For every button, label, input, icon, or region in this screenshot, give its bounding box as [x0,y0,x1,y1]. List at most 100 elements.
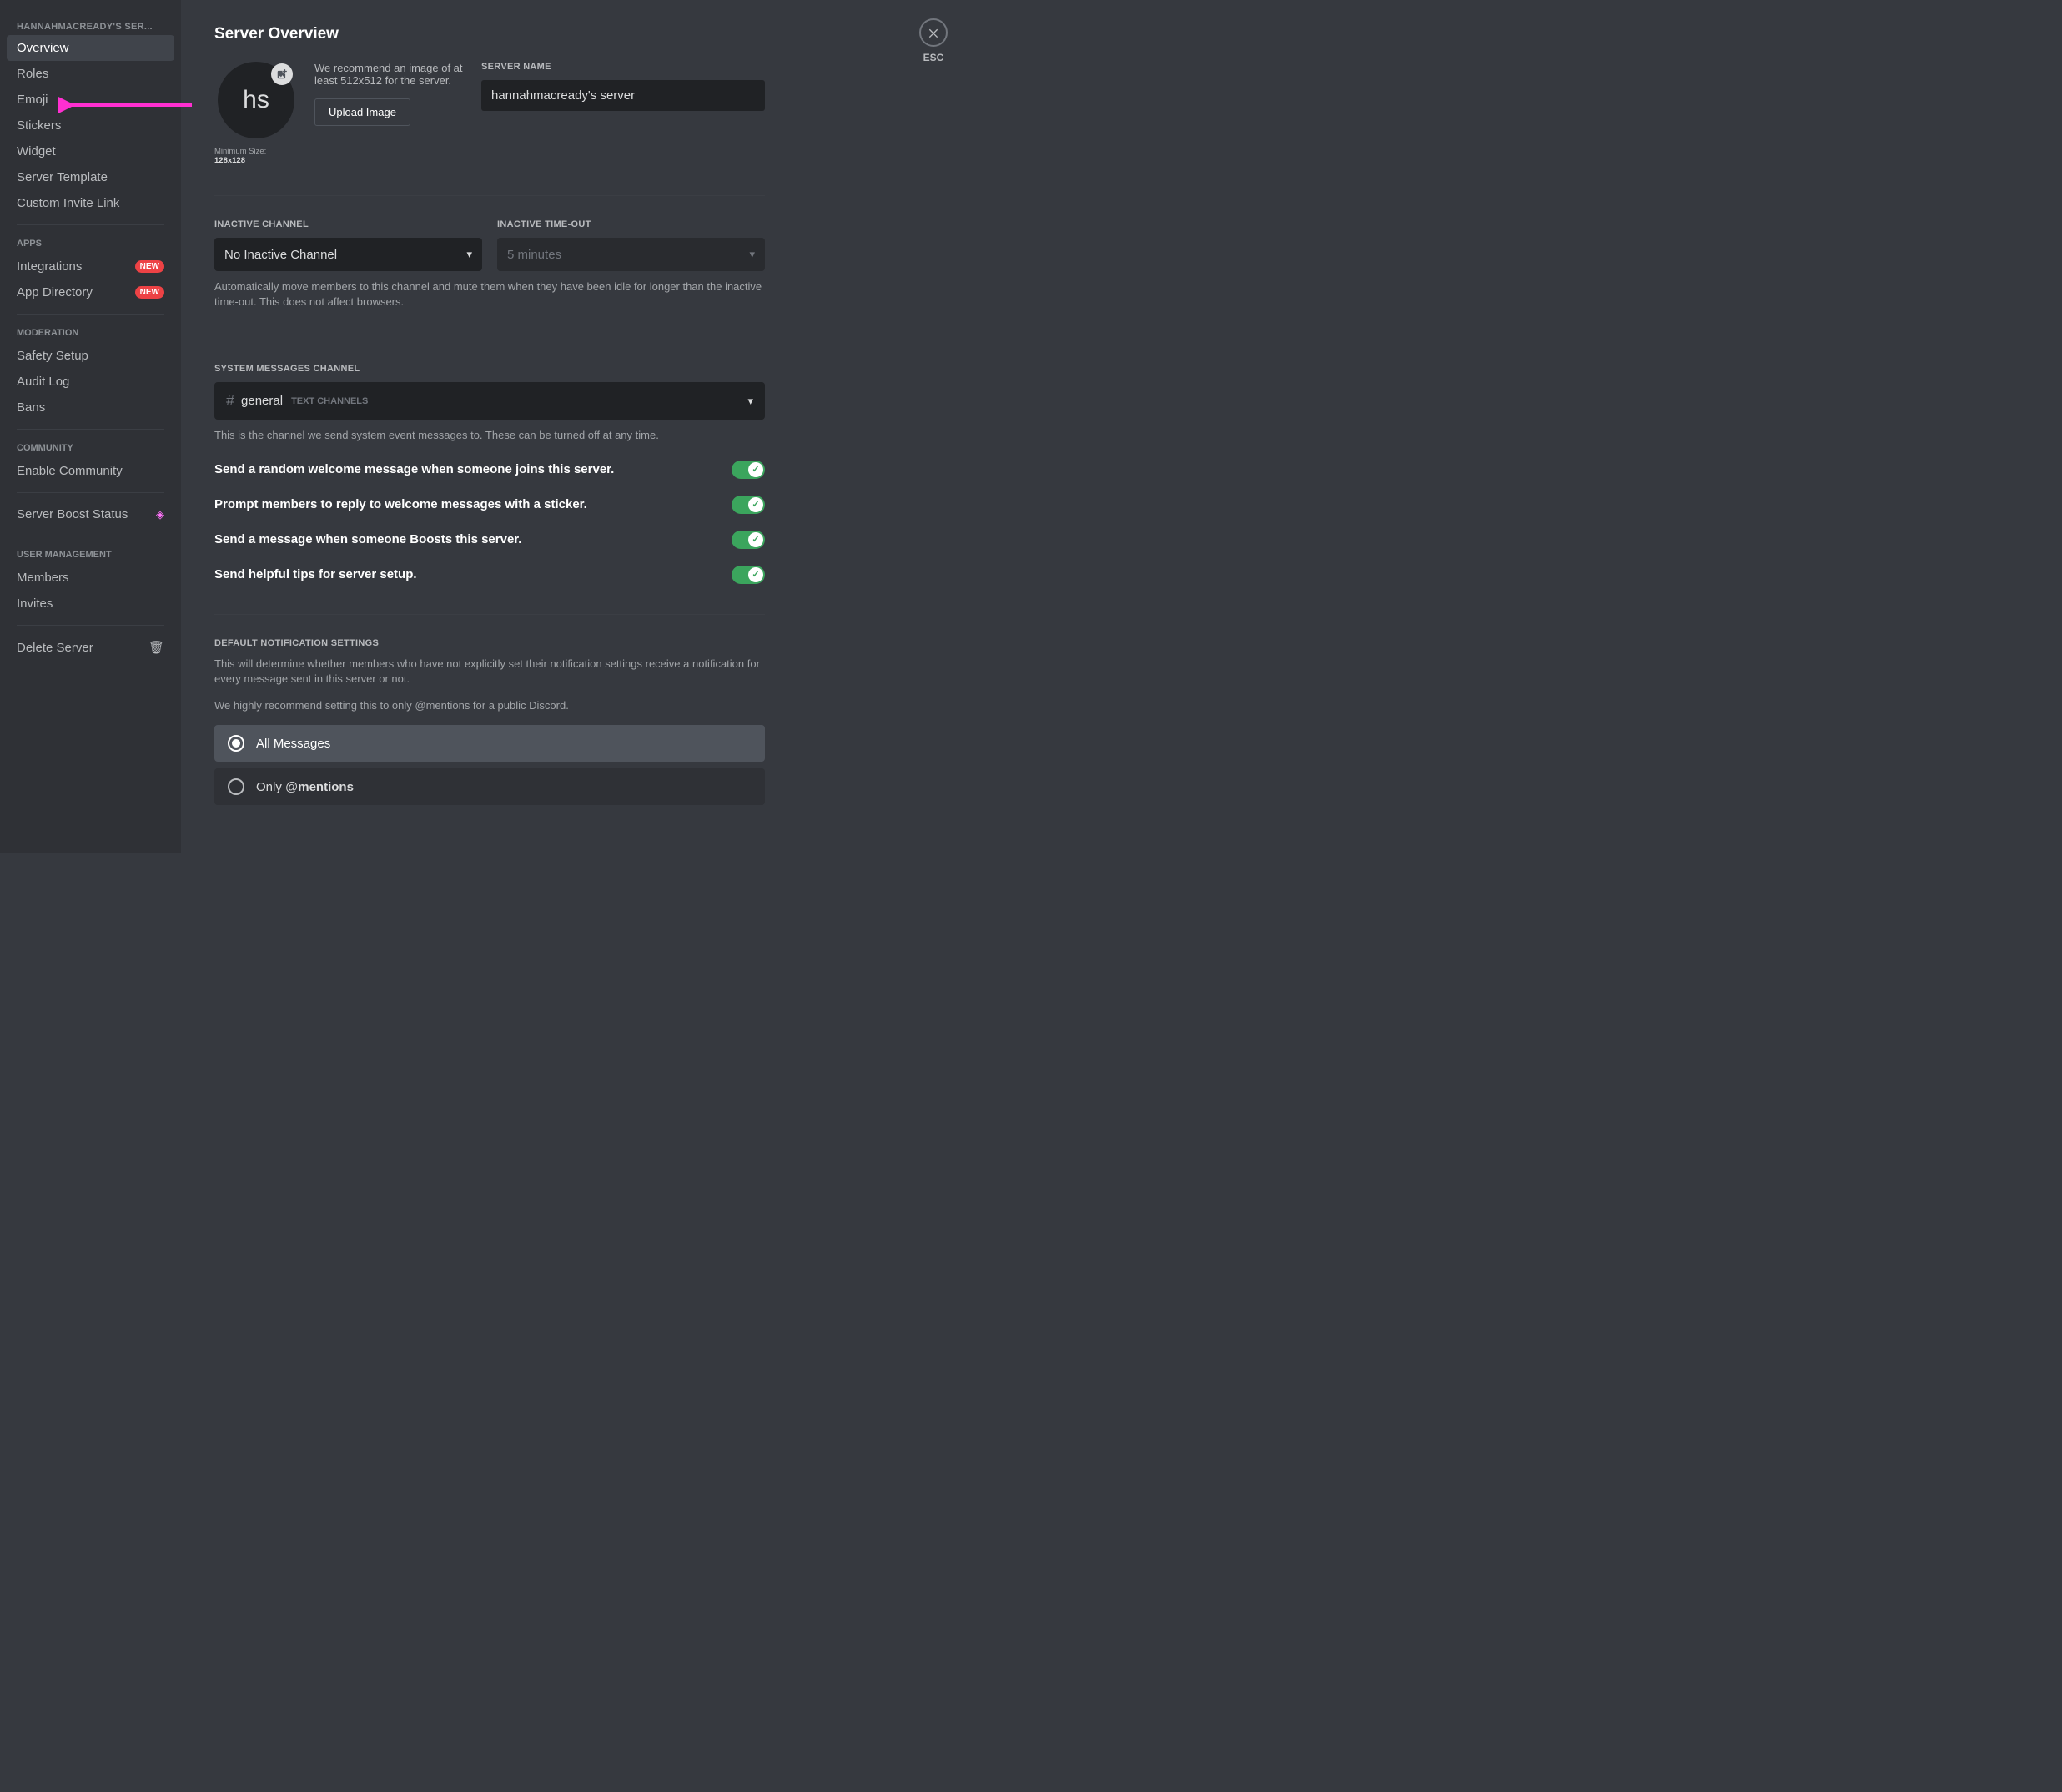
sidebar-item-integrations[interactable]: Integrations NEW [7,254,174,279]
sidebar-item-enable-community[interactable]: Enable Community [7,458,174,484]
sidebar-item-label: Integrations [17,259,82,274]
sidebar-section-apps: APPS [7,234,174,254]
sidebar-item-widget[interactable]: Widget [7,138,174,164]
notification-helper-2: We highly recommend setting this to only… [214,698,765,713]
select-value: No Inactive Channel [224,248,337,262]
sidebar-item-roles[interactable]: Roles [7,61,174,87]
sidebar-item-server-template[interactable]: Server Template [7,164,174,190]
toggle-label-boost: Send a message when someone Boosts this … [214,532,521,546]
toggle-sticker-prompt[interactable]: ✓ [732,496,765,514]
sidebar-item-label: Enable Community [17,464,123,478]
min-size-text: Minimum Size: 128x128 [214,147,298,165]
sidebar-item-delete-server[interactable]: Delete Server 🗑 [7,634,174,661]
system-channel-select[interactable]: # general TEXT CHANNELS ▾ [214,382,765,420]
server-avatar[interactable]: hs [218,62,294,138]
toggle-label-sticker: Prompt members to reply to welcome messa… [214,497,587,511]
sidebar-section-community: COMMUNITY [7,438,174,458]
sidebar-item-label: Delete Server [17,641,93,655]
channel-category: TEXT CHANNELS [291,396,368,406]
system-channel-helper: This is the channel we send system event… [214,428,765,443]
sidebar-item-label: Invites [17,596,53,611]
close-area: ESC [919,18,948,63]
close-button[interactable] [919,18,948,47]
sidebar-item-label: Server Template [17,170,108,184]
hash-icon: # [226,392,234,410]
check-icon: ✓ [748,462,763,477]
radio-icon [228,778,244,795]
sidebar-item-audit-log[interactable]: Audit Log [7,369,174,395]
radio-only-mentions[interactable]: Only @mentions [214,768,765,805]
select-value: 5 minutes [507,248,561,262]
inactive-channel-select[interactable]: No Inactive Channel ▾ [214,238,482,271]
radio-icon [228,735,244,752]
sidebar-item-members[interactable]: Members [7,565,174,591]
radio-label: All Messages [256,737,330,751]
divider [214,195,765,196]
sidebar-item-label: Stickers [17,118,61,133]
check-icon: ✓ [748,532,763,547]
chevron-down-icon: ▾ [749,248,755,261]
divider [17,314,164,315]
inactive-timeout-label: INACTIVE TIME-OUT [497,219,765,229]
boost-icon: ◈ [156,508,164,521]
radio-all-messages[interactable]: All Messages [214,725,765,762]
upload-image-icon[interactable] [271,63,293,85]
toggle-welcome-message[interactable]: ✓ [732,461,765,479]
content-area: Server Overview hs Minimum Size: 128x128… [181,0,798,853]
radio-label: Only @mentions [256,780,354,794]
sidebar-item-label: Widget [17,144,56,159]
new-badge: NEW [135,286,164,299]
sidebar-item-stickers[interactable]: Stickers [7,113,174,138]
inactive-channel-label: INACTIVE CHANNEL [214,219,482,229]
inactive-helper-text: Automatically move members to this chann… [214,279,765,310]
sidebar-item-server-boost[interactable]: Server Boost Status ◈ [7,501,174,527]
sidebar-item-safety-setup[interactable]: Safety Setup [7,343,174,369]
trash-icon: 🗑 [148,640,164,655]
chevron-down-icon: ▾ [747,395,753,408]
check-icon: ✓ [748,567,763,582]
new-badge: NEW [135,260,164,273]
page-title: Server Overview [214,25,765,43]
sidebar-item-label: App Directory [17,285,93,300]
sidebar-item-label: Audit Log [17,375,69,389]
divider [17,429,164,430]
notification-settings-label: DEFAULT NOTIFICATION SETTINGS [214,638,765,648]
sidebar-item-bans[interactable]: Bans [7,395,174,420]
sidebar-item-label: Server Boost Status [17,507,128,521]
close-icon [927,26,940,39]
sidebar-item-label: Bans [17,400,45,415]
toggle-boost-message[interactable]: ✓ [732,531,765,549]
chevron-down-icon: ▾ [466,248,472,261]
image-recommendation: We recommend an image of at least 512x51… [314,62,465,87]
divider [17,224,164,225]
server-name-input[interactable] [481,80,765,111]
divider [17,492,164,493]
toggle-label-welcome: Send a random welcome message when someo… [214,462,614,476]
check-icon: ✓ [748,497,763,512]
sidebar-server-header: HANNAHMACREADY'S SER... [7,17,174,35]
sidebar-section-user-mgmt: USER MANAGEMENT [7,545,174,565]
sidebar-item-invites[interactable]: Invites [7,591,174,617]
divider [214,614,765,615]
sidebar-item-label: Members [17,571,69,585]
sidebar-item-custom-invite[interactable]: Custom Invite Link [7,190,174,216]
divider [17,625,164,626]
close-label: ESC [919,52,948,63]
toggle-label-tips: Send helpful tips for server setup. [214,567,417,581]
sidebar-item-label: Emoji [17,93,48,107]
server-name-label: SERVER NAME [481,62,765,72]
sidebar-item-label: Safety Setup [17,349,88,363]
sidebar-item-label: Roles [17,67,48,81]
upload-image-button[interactable]: Upload Image [314,98,410,126]
sidebar-section-moderation: MODERATION [7,323,174,343]
inactive-timeout-select[interactable]: 5 minutes ▾ [497,238,765,271]
sidebar-item-label: Overview [17,41,69,55]
channel-name: general [241,394,283,408]
notification-helper-1: This will determine whether members who … [214,657,765,687]
toggle-helpful-tips[interactable]: ✓ [732,566,765,584]
avatar-initials: hs [243,86,269,114]
sidebar-item-emoji[interactable]: Emoji [7,87,174,113]
sidebar-item-overview[interactable]: Overview [7,35,174,61]
sidebar-item-app-directory[interactable]: App Directory NEW [7,279,174,305]
sidebar: HANNAHMACREADY'S SER... Overview Roles E… [0,0,181,853]
